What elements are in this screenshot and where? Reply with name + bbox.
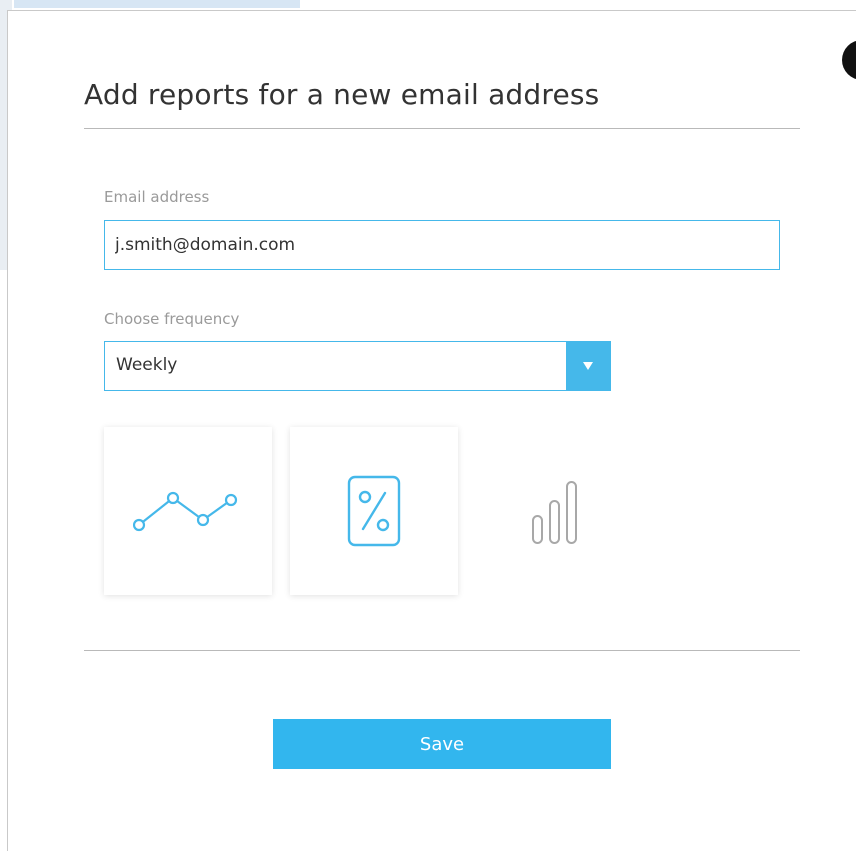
percent-tag-icon (347, 475, 401, 547)
dropdown-arrow[interactable] (566, 342, 610, 390)
report-card-trend[interactable] (104, 427, 272, 595)
title-divider (84, 128, 800, 129)
modal-title: Add reports for a new email address (84, 78, 600, 111)
background-header (14, 0, 300, 8)
report-card-bars[interactable] (474, 427, 642, 595)
line-chart-icon (133, 491, 238, 532)
frequency-value: Weekly (116, 355, 178, 375)
save-button[interactable]: Save (273, 719, 611, 769)
frequency-label: Choose frequency (104, 310, 240, 328)
chevron-down-icon (583, 362, 593, 370)
frequency-select[interactable]: Weekly (104, 341, 611, 391)
email-field[interactable] (104, 220, 780, 270)
footer-divider (84, 650, 800, 651)
report-card-percent[interactable] (290, 427, 458, 595)
bar-chart-icon (532, 481, 577, 544)
email-label: Email address (104, 188, 210, 206)
